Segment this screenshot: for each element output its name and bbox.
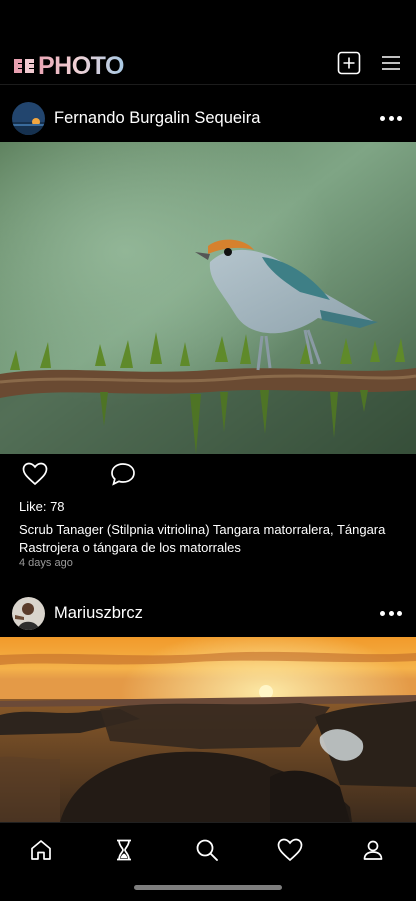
- post-username[interactable]: Mariuszbrcz: [54, 604, 143, 623]
- profile-icon: [363, 840, 383, 860]
- add-post-button[interactable]: [336, 50, 362, 76]
- tab-search[interactable]: [194, 837, 220, 863]
- comment-icon: [111, 463, 135, 486]
- post-photo[interactable]: [0, 142, 416, 454]
- avatar[interactable]: [12, 596, 45, 630]
- add-post-icon: [337, 51, 361, 75]
- logo-text: PHOTO: [38, 51, 124, 80]
- like-count: Like: 78: [19, 499, 65, 514]
- tab-profile[interactable]: [360, 837, 386, 863]
- menu-icon: [382, 56, 400, 70]
- menu-button[interactable]: [378, 50, 404, 76]
- comment-button[interactable]: [110, 462, 136, 491]
- top-bar: PHOTO: [0, 0, 416, 85]
- post-photo[interactable]: [0, 637, 416, 822]
- logo-mark-icon: [12, 55, 36, 77]
- post-timestamp: 4 days ago: [19, 557, 73, 569]
- tab-likes[interactable]: [277, 837, 303, 863]
- post-header: Mariuszbrcz: [0, 589, 416, 637]
- home-icon: [31, 840, 51, 860]
- more-options-button[interactable]: [380, 603, 402, 623]
- home-indicator[interactable]: [134, 885, 282, 890]
- app-logo[interactable]: PHOTO: [12, 51, 124, 80]
- like-button[interactable]: [22, 462, 48, 491]
- hourglass-icon: [117, 839, 131, 861]
- search-icon: [196, 839, 218, 861]
- post-username[interactable]: Fernando Burgalin Sequeira: [54, 109, 260, 128]
- tab-home[interactable]: [28, 837, 54, 863]
- post-header: Fernando Burgalin Sequeira: [0, 94, 416, 142]
- tab-hourglass[interactable]: [111, 837, 137, 863]
- avatar[interactable]: [12, 101, 45, 135]
- heart-icon: [277, 838, 303, 862]
- more-options-button[interactable]: [380, 108, 402, 128]
- heart-icon: [22, 462, 48, 486]
- post-caption: Scrub Tanager (Stilpnia vitriolina) Tang…: [19, 522, 386, 555]
